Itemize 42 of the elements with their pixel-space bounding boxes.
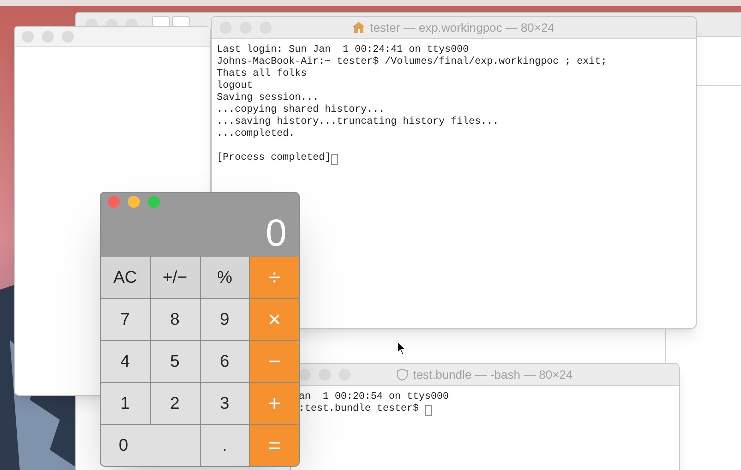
terminal-line: [Process completed] — [217, 153, 332, 165]
close-button[interactable] — [299, 368, 311, 380]
calculator-display: 0 — [266, 212, 287, 257]
close-button[interactable] — [86, 19, 98, 26]
calculator-key[interactable]: 1 — [101, 383, 150, 424]
calculator-key[interactable]: 8 — [150, 299, 200, 340]
calculator-key[interactable]: % — [200, 257, 250, 298]
calculator-key[interactable]: 3 — [200, 383, 250, 424]
text-cursor-icon — [425, 404, 432, 416]
terminal-line: Saving session... — [217, 93, 320, 104]
calculator-key[interactable]: 7 — [101, 299, 150, 340]
forward-button[interactable] — [172, 16, 190, 26]
zoom-button[interactable] — [148, 196, 160, 208]
home-icon — [353, 22, 366, 33]
calculator-key[interactable]: 6 — [200, 341, 250, 382]
calculator-key[interactable]: AC — [101, 257, 150, 298]
terminal-line: Johns-MacBook-Air:~ tester$ /Volumes/final/exp.workingpoc ; exit; — [217, 57, 608, 68]
mouse-pointer-icon — [397, 341, 407, 356]
minimize-button[interactable] — [106, 19, 118, 26]
terminal-line: ...saving history...truncating history files... — [217, 117, 500, 128]
calculator-key[interactable]: . — [200, 425, 250, 466]
calculator-key[interactable]: +/− — [150, 257, 200, 298]
calculator-key[interactable]: 0 — [101, 425, 200, 466]
window-title: test.bundle — -bash — 80×24 — [413, 366, 573, 384]
calculator-key[interactable]: 2 — [150, 383, 200, 424]
text-cursor-icon — [331, 154, 338, 164]
calculator-key[interactable]: 9 — [200, 299, 250, 340]
terminal-line: logout — [217, 81, 254, 92]
terminal-line: Last login: Sun Jan 1 00:24:41 on ttys000 — [217, 45, 470, 56]
terminal-line: ...completed. — [217, 129, 296, 141]
window-title: tester — exp.workingpoc — 80×24 — [370, 20, 555, 36]
terminal-line: Thats all folks — [217, 69, 308, 80]
zoom-button[interactable] — [126, 19, 138, 26]
terminal-line: ...copying shared history... — [217, 105, 386, 116]
minimize-button[interactable] — [128, 196, 140, 208]
close-button[interactable] — [108, 196, 120, 208]
calculator-key[interactable]: 5 — [150, 341, 200, 382]
terminal-line: :test.bundle tester$ — [299, 404, 420, 416]
shield-icon — [397, 368, 408, 380]
calculator-key[interactable]: 4 — [101, 341, 150, 382]
back-button[interactable] — [152, 16, 170, 26]
terminal-line: an 1 00:20:54 on ttys000 — [299, 392, 450, 404]
